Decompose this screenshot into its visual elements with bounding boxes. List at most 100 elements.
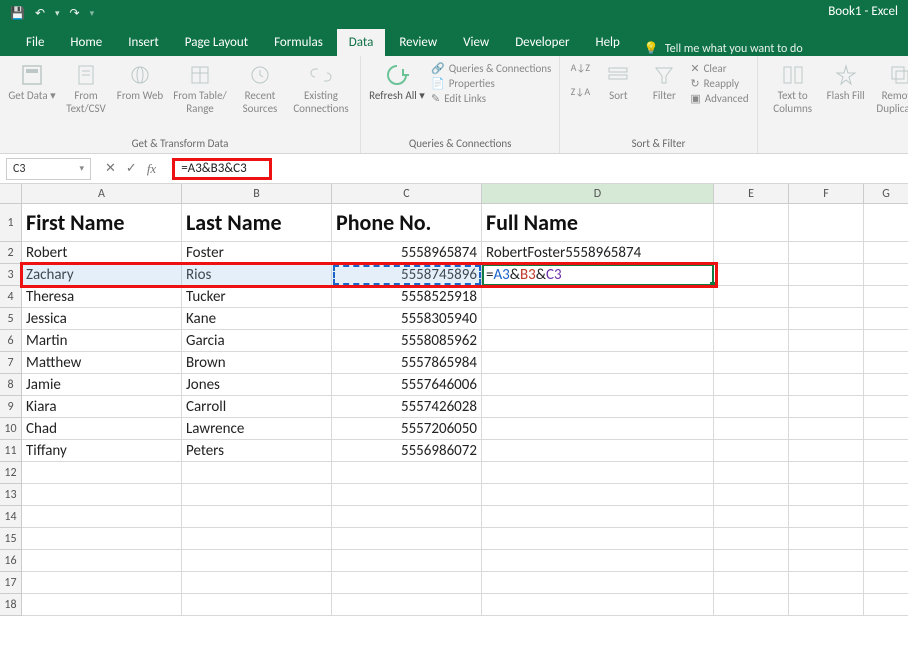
cell-B17[interactable]	[182, 572, 332, 594]
cell-G3[interactable]	[864, 264, 908, 286]
row-header-1[interactable]: 1	[0, 204, 22, 242]
row-header-7[interactable]: 7	[0, 352, 22, 374]
cell-E6[interactable]	[714, 330, 789, 352]
cell-D18[interactable]	[482, 594, 714, 616]
cell-E14[interactable]	[714, 506, 789, 528]
cell-D14[interactable]	[482, 506, 714, 528]
cell-B15[interactable]	[182, 528, 332, 550]
cell-D6[interactable]	[482, 330, 714, 352]
row-header-4[interactable]: 4	[0, 286, 22, 308]
cell-D9[interactable]	[482, 396, 714, 418]
row-header-13[interactable]: 13	[0, 484, 22, 506]
cell-C17[interactable]	[332, 572, 482, 594]
cell-B16[interactable]	[182, 550, 332, 572]
row-header-5[interactable]: 5	[0, 308, 22, 330]
cell-G18[interactable]	[864, 594, 908, 616]
cell-D11[interactable]	[482, 440, 714, 462]
cell-D15[interactable]	[482, 528, 714, 550]
cell-A4[interactable]: Theresa	[22, 286, 182, 308]
cell-G10[interactable]	[864, 418, 908, 440]
tab-data[interactable]: Data	[337, 29, 386, 56]
save-icon[interactable]: 💾	[10, 6, 25, 21]
cell-C13[interactable]	[332, 484, 482, 506]
cell-D13[interactable]	[482, 484, 714, 506]
cell-D3[interactable]: =A3&B3&C3	[482, 264, 714, 286]
cell-D12[interactable]	[482, 462, 714, 484]
cell-C9[interactable]: 5557426028	[332, 396, 482, 418]
cell-B10[interactable]: Lawrence	[182, 418, 332, 440]
cell-B13[interactable]	[182, 484, 332, 506]
cell-E4[interactable]	[714, 286, 789, 308]
cell-C10[interactable]: 5557206050	[332, 418, 482, 440]
cell-B8[interactable]: Jones	[182, 374, 332, 396]
tab-view[interactable]: View	[451, 29, 501, 56]
cell-C8[interactable]: 5557646006	[332, 374, 482, 396]
row-header-6[interactable]: 6	[0, 330, 22, 352]
name-box[interactable]: C3	[6, 158, 91, 180]
cell-C11[interactable]: 5556986072	[332, 440, 482, 462]
tell-me[interactable]: 💡 Tell me what you want to do	[644, 41, 803, 56]
cell-C6[interactable]: 5558085962	[332, 330, 482, 352]
cell-F2[interactable]	[789, 242, 864, 264]
cell-E13[interactable]	[714, 484, 789, 506]
col-header-C[interactable]: C	[332, 184, 482, 204]
row-header-17[interactable]: 17	[0, 572, 22, 594]
row-header-14[interactable]: 14	[0, 506, 22, 528]
tab-developer[interactable]: Developer	[503, 29, 581, 56]
tab-page-layout[interactable]: Page Layout	[173, 29, 260, 56]
row-header-15[interactable]: 15	[0, 528, 22, 550]
row-header-10[interactable]: 10	[0, 418, 22, 440]
cell-B7[interactable]: Brown	[182, 352, 332, 374]
select-all-corner[interactable]	[0, 184, 22, 204]
row-header-9[interactable]: 9	[0, 396, 22, 418]
cell-C7[interactable]: 5557865984	[332, 352, 482, 374]
cell-A3[interactable]: Zachary	[22, 264, 182, 286]
cell-F13[interactable]	[789, 484, 864, 506]
cell-A16[interactable]	[22, 550, 182, 572]
tab-help[interactable]: Help	[583, 29, 631, 56]
cell-B4[interactable]: Tucker	[182, 286, 332, 308]
row-header-3[interactable]: 3	[0, 264, 22, 286]
cell-F16[interactable]	[789, 550, 864, 572]
cell-F11[interactable]	[789, 440, 864, 462]
edit-links-item[interactable]: ✎Edit Links	[431, 92, 551, 105]
recent-sources-button[interactable]: Recent Sources	[236, 62, 284, 115]
cell-A7[interactable]: Matthew	[22, 352, 182, 374]
cell-F1[interactable]	[789, 204, 864, 242]
cell-E7[interactable]	[714, 352, 789, 374]
cell-F18[interactable]	[789, 594, 864, 616]
row-header-8[interactable]: 8	[0, 374, 22, 396]
remove-duplicates-button[interactable]: Remove Duplicates	[872, 62, 908, 115]
cell-G4[interactable]	[864, 286, 908, 308]
sort-desc-button[interactable]: Z↓A	[568, 86, 592, 108]
col-header-E[interactable]: E	[714, 184, 789, 204]
cell-G15[interactable]	[864, 528, 908, 550]
cell-E2[interactable]	[714, 242, 789, 264]
cell-G17[interactable]	[864, 572, 908, 594]
from-web-button[interactable]: From Web	[116, 62, 164, 103]
cell-G11[interactable]	[864, 440, 908, 462]
cell-C18[interactable]	[332, 594, 482, 616]
cell-B1[interactable]: Last Name	[182, 204, 332, 242]
existing-connections-button[interactable]: Existing Connections	[290, 62, 352, 115]
cell-E12[interactable]	[714, 462, 789, 484]
undo-dropdown-icon[interactable]: ▾	[55, 8, 60, 19]
cell-A6[interactable]: Martin	[22, 330, 182, 352]
cell-G12[interactable]	[864, 462, 908, 484]
row-header-12[interactable]: 12	[0, 462, 22, 484]
cell-E11[interactable]	[714, 440, 789, 462]
cell-F8[interactable]	[789, 374, 864, 396]
col-header-G[interactable]: G	[864, 184, 908, 204]
cell-E1[interactable]	[714, 204, 789, 242]
queries-connections-item[interactable]: 🔗Queries & Connections	[431, 62, 551, 75]
cell-E8[interactable]	[714, 374, 789, 396]
cell-F7[interactable]	[789, 352, 864, 374]
tab-insert[interactable]: Insert	[116, 29, 171, 56]
cell-F5[interactable]	[789, 308, 864, 330]
cell-B2[interactable]: Foster	[182, 242, 332, 264]
cell-A18[interactable]	[22, 594, 182, 616]
cell-A9[interactable]: Kiara	[22, 396, 182, 418]
cell-A1[interactable]: First Name	[22, 204, 182, 242]
cell-B6[interactable]: Garcia	[182, 330, 332, 352]
cell-A11[interactable]: Tiffany	[22, 440, 182, 462]
